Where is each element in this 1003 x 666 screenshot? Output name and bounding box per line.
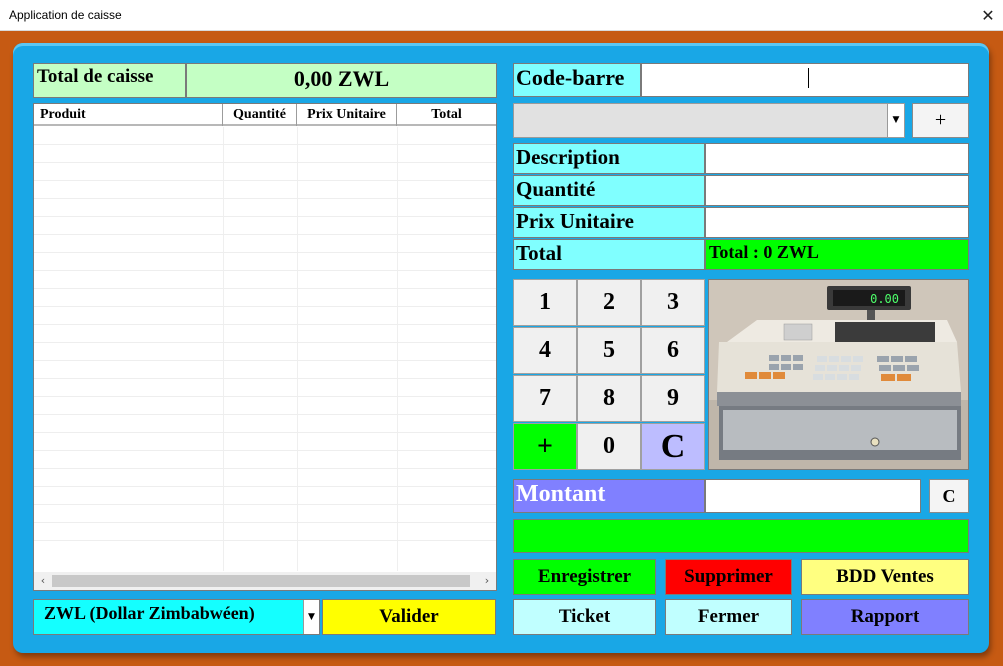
title-bar: Application de caisse ✕	[0, 0, 1003, 31]
product-grid[interactable]: Produit Quantité Prix Unitaire Total ‹ ›	[33, 103, 497, 591]
close-icon[interactable]: ✕	[973, 0, 1003, 31]
valider-button[interactable]: Valider	[322, 599, 496, 635]
quantite-label: Quantité	[513, 175, 705, 206]
text-caret	[808, 68, 809, 88]
status-bar	[513, 519, 969, 553]
grid-row	[34, 487, 496, 505]
grid-row	[34, 307, 496, 325]
montant-input[interactable]	[705, 479, 921, 513]
grid-row	[34, 379, 496, 397]
cash-register-icon: 0.00	[709, 280, 968, 469]
prix-unitaire-label: Prix Unitaire	[513, 207, 705, 238]
total-label: Total	[513, 239, 705, 270]
barcode-input[interactable]	[641, 63, 969, 97]
grid-row	[34, 523, 496, 541]
grid-row	[34, 325, 496, 343]
column-header-quantite[interactable]: Quantité	[223, 104, 297, 126]
grid-row	[34, 505, 496, 523]
barcode-label: Code-barre	[513, 63, 641, 97]
quantite-input[interactable]	[705, 175, 969, 206]
grid-row	[34, 433, 496, 451]
product-combo[interactable]	[513, 103, 905, 138]
window-title: Application de caisse	[9, 8, 122, 22]
grid-row	[34, 361, 496, 379]
ticket-button[interactable]: Ticket	[513, 599, 656, 635]
grid-row	[34, 343, 496, 361]
chevron-down-icon[interactable]: ▼	[303, 600, 319, 634]
montant-clear-button[interactable]: C	[929, 479, 969, 513]
grid-row	[34, 199, 496, 217]
grid-row	[34, 415, 496, 433]
prix-unitaire-input[interactable]	[705, 207, 969, 238]
cash-register-image: 0.00	[708, 279, 969, 470]
key-2[interactable]: 2	[577, 279, 641, 326]
fermer-button[interactable]: Fermer	[665, 599, 792, 635]
total-caisse-value: 0,00 ZWL	[186, 63, 497, 98]
description-input[interactable]	[705, 143, 969, 174]
key-4[interactable]: 4	[513, 327, 577, 374]
grid-row	[34, 181, 496, 199]
column-header-prix-unitaire[interactable]: Prix Unitaire	[297, 104, 397, 126]
currency-select[interactable]: ZWL (Dollar Zimbabwéen)	[33, 599, 320, 635]
description-label: Description	[513, 143, 705, 174]
grid-row	[34, 163, 496, 181]
scroll-left-icon[interactable]: ‹	[34, 572, 52, 590]
grid-body	[34, 127, 496, 569]
supprimer-button[interactable]: Supprimer	[665, 559, 792, 595]
key-clear[interactable]: C	[641, 423, 705, 470]
register-display-value: 0.00	[870, 292, 899, 306]
key-9[interactable]: 9	[641, 375, 705, 422]
grid-row	[34, 469, 496, 487]
horizontal-scrollbar[interactable]: ‹ ›	[34, 572, 496, 590]
bdd-ventes-button[interactable]: BDD Ventes	[801, 559, 969, 595]
grid-header: Produit Quantité Prix Unitaire Total	[34, 104, 496, 126]
montant-label: Montant	[513, 479, 705, 513]
key-3[interactable]: 3	[641, 279, 705, 326]
scrollbar-thumb[interactable]	[52, 575, 470, 587]
rapport-button[interactable]: Rapport	[801, 599, 969, 635]
add-product-button[interactable]: +	[912, 103, 969, 138]
total-caisse-label: Total de caisse	[33, 63, 186, 98]
key-7[interactable]: 7	[513, 375, 577, 422]
key-6[interactable]: 6	[641, 327, 705, 374]
column-header-total[interactable]: Total	[397, 104, 496, 126]
grid-row	[34, 127, 496, 145]
grid-row	[34, 397, 496, 415]
grid-row	[34, 289, 496, 307]
key-8[interactable]: 8	[577, 375, 641, 422]
scroll-right-icon[interactable]: ›	[478, 572, 496, 590]
grid-row	[34, 253, 496, 271]
key-5[interactable]: 5	[577, 327, 641, 374]
column-header-produit[interactable]: Produit	[34, 104, 223, 126]
chevron-down-icon[interactable]: ▼	[887, 104, 904, 137]
grid-row	[34, 451, 496, 469]
enregistrer-button[interactable]: Enregistrer	[513, 559, 656, 595]
key-0[interactable]: 0	[577, 423, 641, 470]
key-plus[interactable]: +	[513, 423, 577, 470]
grid-row	[34, 145, 496, 163]
key-1[interactable]: 1	[513, 279, 577, 326]
grid-row	[34, 271, 496, 289]
grid-row	[34, 235, 496, 253]
grid-row	[34, 217, 496, 235]
total-value: Total : 0 ZWL	[705, 239, 969, 270]
